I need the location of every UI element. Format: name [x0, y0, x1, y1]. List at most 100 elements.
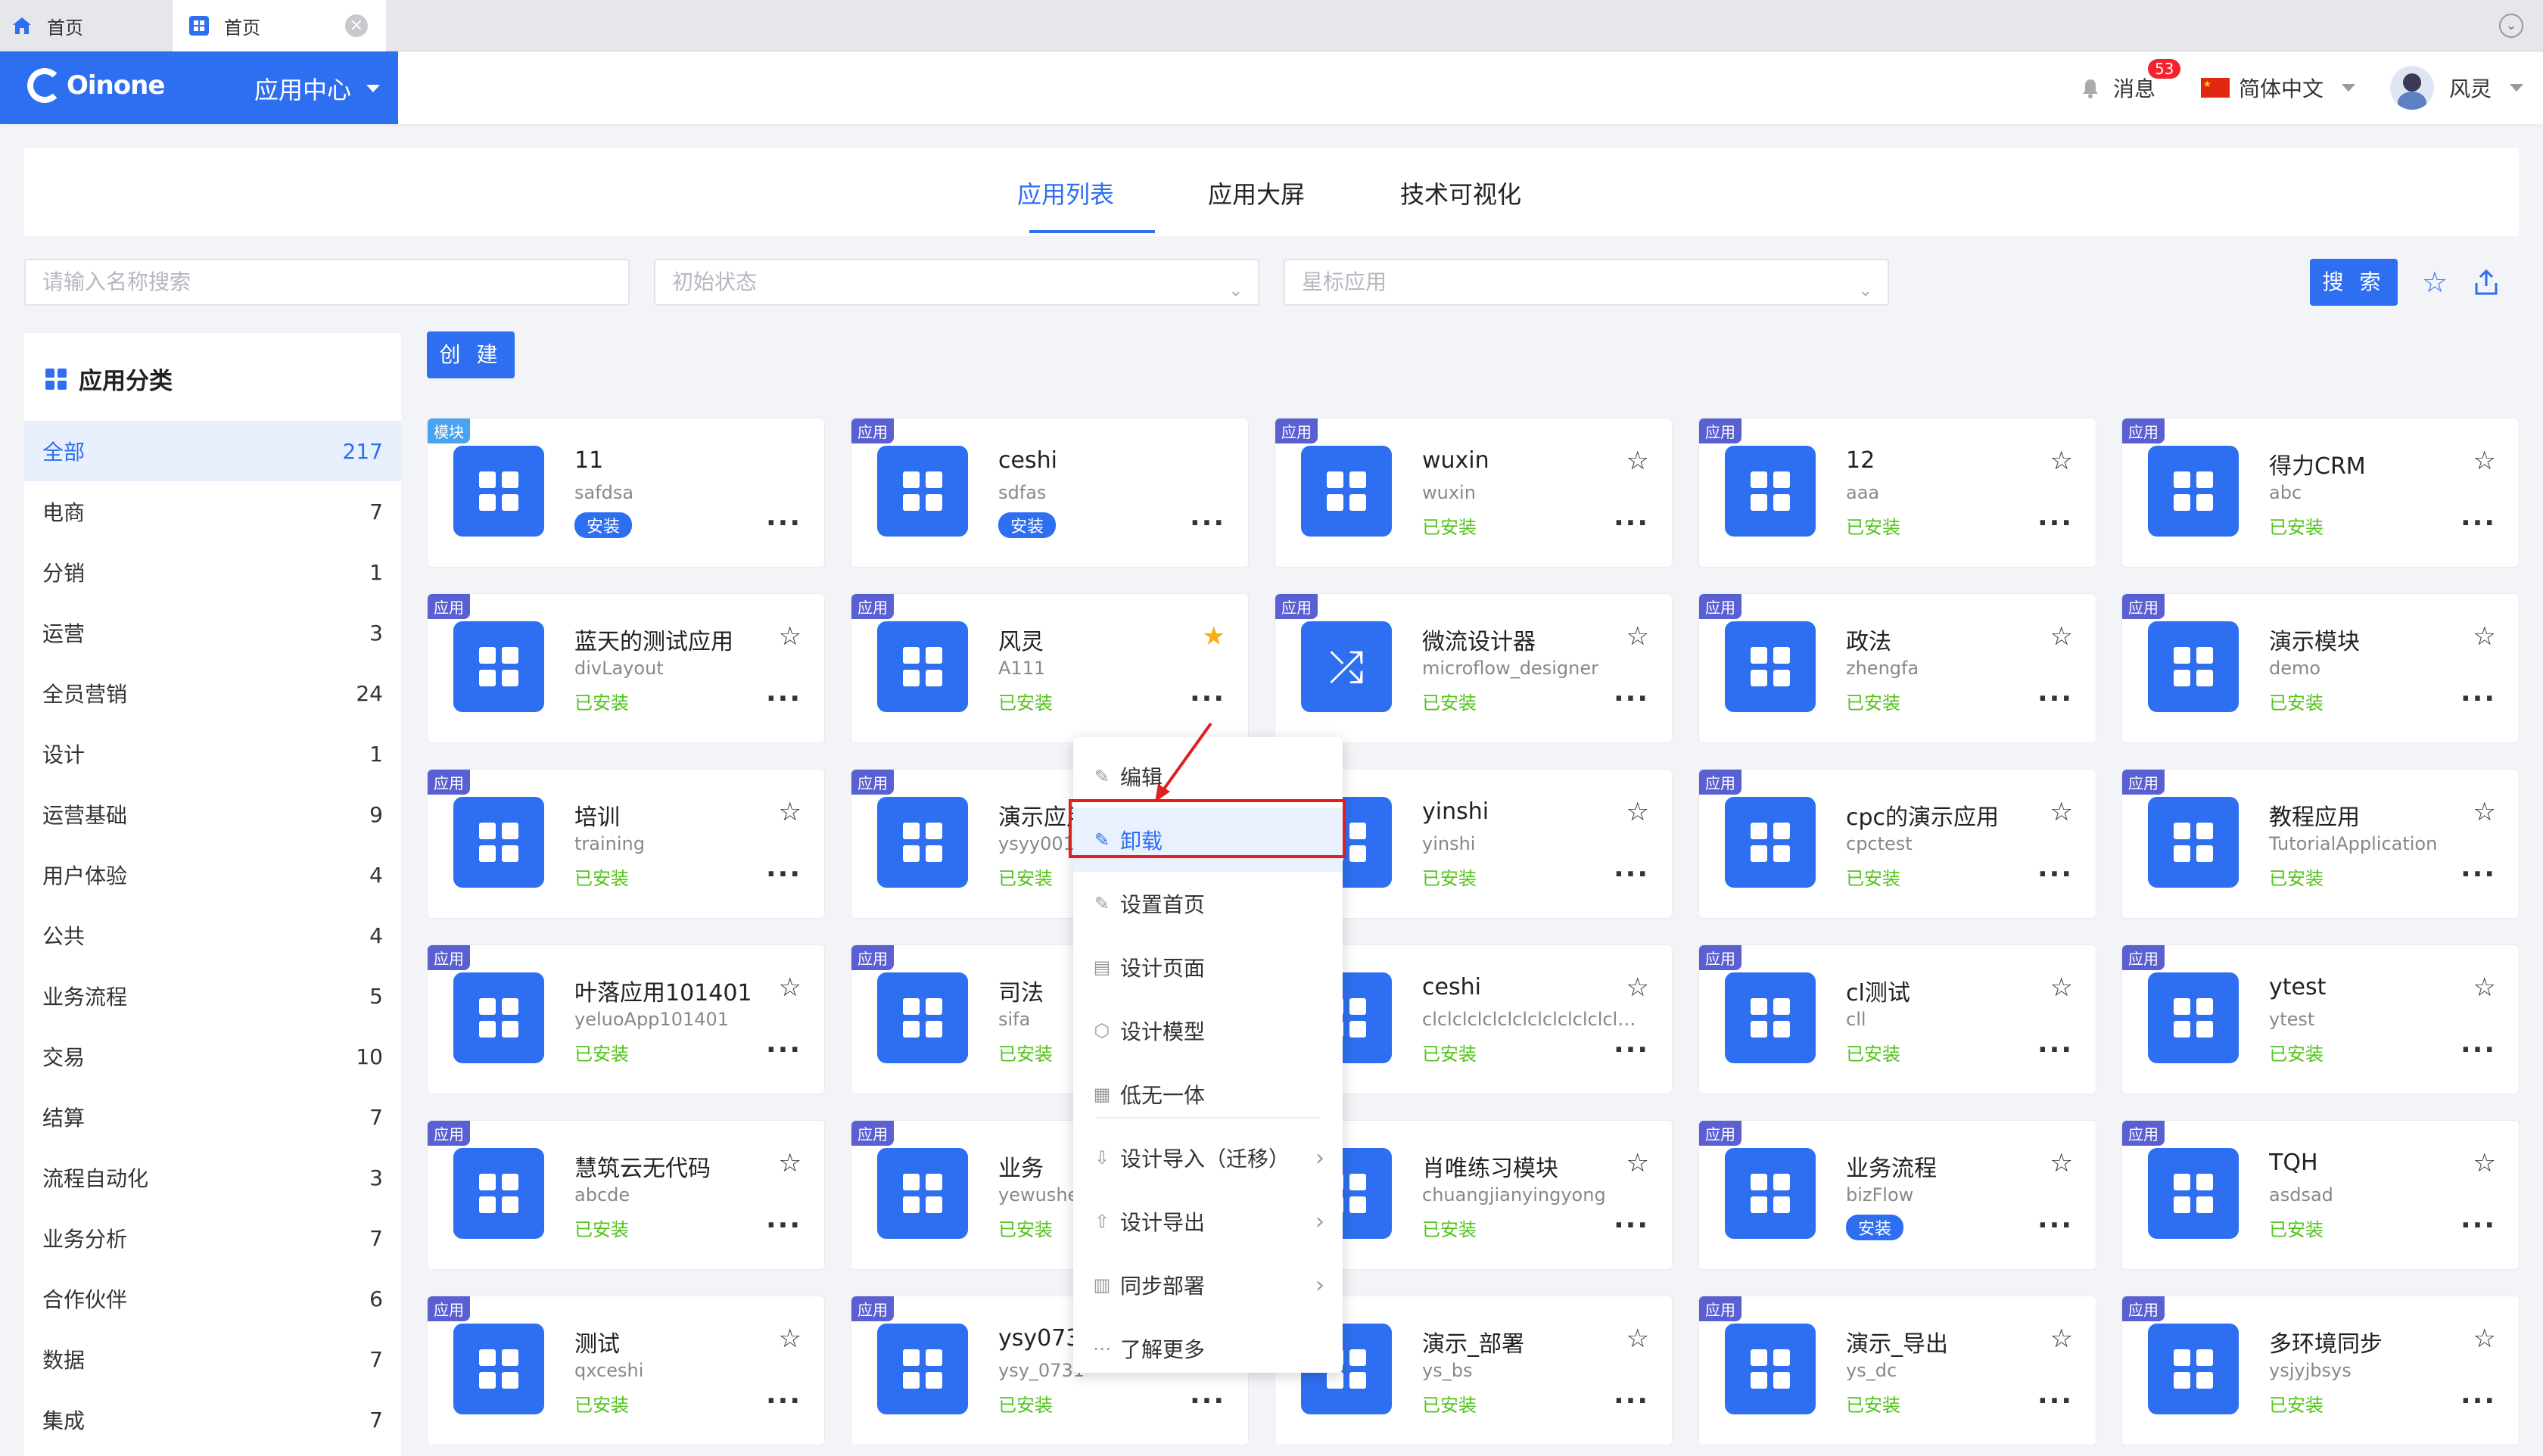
star-select[interactable]: 星标应用 ⌄	[1284, 259, 1889, 306]
star-filter-icon[interactable]: ☆	[2419, 266, 2451, 298]
app-card[interactable]: 应用 测试 qxceshi 已安装 ☆ ···	[427, 1296, 825, 1445]
more-options-icon[interactable]: ···	[766, 1210, 801, 1241]
tab-app-list[interactable]: 应用列表	[1017, 176, 1114, 210]
menu-item[interactable]: ⬡ 设计模型	[1073, 999, 1343, 1062]
menu-item[interactable]: ⋯ 了解更多	[1073, 1317, 1343, 1380]
more-options-icon[interactable]: ···	[2461, 859, 2496, 890]
more-options-icon[interactable]: ···	[1190, 508, 1225, 539]
user-menu[interactable]: 风灵	[2389, 66, 2523, 110]
more-options-icon[interactable]: ···	[1614, 1034, 1649, 1066]
more-options-icon[interactable]: ···	[766, 859, 801, 890]
app-card[interactable]: 应用 cl测试 cll 已安装 ☆ ···	[1698, 944, 2096, 1094]
more-options-icon[interactable]: ···	[1614, 1386, 1649, 1417]
menu-item[interactable]: ✎ 设置首页	[1073, 872, 1343, 935]
sidebar-item[interactable]: 运营 3	[24, 602, 401, 663]
app-card[interactable]: 应用 ⤮ 微流设计器 microflow_designer 已安装 ☆ ···	[1275, 593, 1673, 743]
app-card[interactable]: 应用 演示模块 demo 已安装 ☆ ···	[2121, 593, 2520, 743]
browser-tab-home-2[interactable]: 首页 ×	[173, 0, 386, 51]
more-options-icon[interactable]: ···	[1614, 508, 1649, 539]
more-options-icon[interactable]: ···	[766, 508, 801, 539]
star-icon[interactable]: ☆	[2473, 446, 2496, 476]
sidebar-item[interactable]: 全员营销 24	[24, 663, 401, 723]
more-options-icon[interactable]: ···	[766, 1034, 801, 1066]
app-card[interactable]: 应用 演示_导出 ys_dc 已安装 ☆ ···	[1698, 1296, 2096, 1445]
menu-item[interactable]: ⇧ 设计导出 ›	[1073, 1190, 1343, 1253]
more-options-icon[interactable]: ···	[2461, 1386, 2496, 1417]
star-icon[interactable]: ☆	[779, 621, 801, 652]
more-options-icon[interactable]: ···	[1614, 683, 1649, 714]
more-options-icon[interactable]: ···	[766, 1386, 801, 1417]
sidebar-item[interactable]: 数据 7	[24, 1329, 401, 1389]
sidebar-item[interactable]: 集成 7	[24, 1389, 401, 1450]
more-options-icon[interactable]: ···	[2461, 1210, 2496, 1241]
more-options-icon[interactable]: ···	[2461, 508, 2496, 539]
sidebar-item[interactable]: 合作伙伴 6	[24, 1268, 401, 1329]
sidebar-item[interactable]: 电商 7	[24, 481, 401, 542]
sidebar-item[interactable]: 全部 217	[24, 421, 401, 481]
sidebar-item[interactable]: 分销 1	[24, 542, 401, 602]
app-card[interactable]: 应用 慧筑云无代码 abcde 已安装 ☆ ···	[427, 1120, 825, 1270]
more-options-icon[interactable]: ···	[2037, 1210, 2073, 1241]
name-search-input[interactable]: 请输入名称搜索	[24, 259, 630, 306]
app-card[interactable]: 应用 风灵 A111 已安装 ★ ···	[851, 593, 1249, 743]
tab-tech-visual[interactable]: 技术可视化	[1400, 176, 1521, 210]
more-options-icon[interactable]: ···	[2461, 683, 2496, 714]
app-card[interactable]: 应用 多环境同步 ysjyjbsys 已安装 ☆ ···	[2121, 1296, 2520, 1445]
app-card[interactable]: 应用 12 aaa 已安装 ☆ ···	[1698, 418, 2096, 568]
more-options-icon[interactable]: ···	[766, 683, 801, 714]
star-icon[interactable]: ☆	[2050, 1148, 2073, 1178]
star-icon[interactable]: ☆	[779, 1324, 801, 1354]
more-options-icon[interactable]: ···	[1614, 859, 1649, 890]
star-icon[interactable]: ☆	[2473, 972, 2496, 1003]
app-card[interactable]: 应用 业务流程 bizFlow 安装 ☆ ···	[1698, 1120, 2096, 1270]
sidebar-item[interactable]: 设计 1	[24, 723, 401, 784]
more-options-icon[interactable]: ···	[2037, 683, 2073, 714]
app-status[interactable]: 安装	[998, 512, 1057, 538]
browser-tab-home-1[interactable]: 首页	[0, 0, 173, 51]
share-icon[interactable]	[2470, 266, 2502, 298]
sidebar-item[interactable]: 公共 4	[24, 905, 401, 966]
star-icon[interactable]: ☆	[2050, 621, 2073, 652]
close-tab-icon[interactable]: ×	[345, 14, 368, 37]
app-card[interactable]: 应用 ceshi sdfas 安装 ···	[851, 418, 1249, 568]
star-icon[interactable]: ☆	[2473, 797, 2496, 827]
more-options-icon[interactable]: ···	[1190, 1386, 1225, 1417]
status-select[interactable]: 初始状态 ⌄	[654, 259, 1259, 306]
sidebar-item[interactable]: 流程自动化 3	[24, 1147, 401, 1208]
more-options-icon[interactable]: ···	[2037, 1034, 2073, 1066]
star-icon[interactable]: ☆	[1626, 972, 1649, 1003]
app-card[interactable]: 应用 培训 training 已安装 ☆ ···	[427, 769, 825, 919]
sidebar-item[interactable]: 业务流程 5	[24, 966, 401, 1026]
sidebar-item[interactable]: 用户体验 4	[24, 845, 401, 905]
brand-logo[interactable]: Oinone	[27, 68, 165, 103]
star-icon[interactable]: ☆	[2050, 446, 2073, 476]
app-card[interactable]: 应用 得力CRM abc 已安装 ☆ ···	[2121, 418, 2520, 568]
star-icon[interactable]: ☆	[1626, 446, 1649, 476]
app-card[interactable]: 应用 政法 zhengfa 已安装 ☆ ···	[1698, 593, 2096, 743]
app-card[interactable]: 应用 ytest ytest 已安装 ☆ ···	[2121, 944, 2520, 1094]
more-options-icon[interactable]: ···	[2037, 1386, 2073, 1417]
search-button[interactable]: 搜 索	[2310, 259, 2398, 306]
sidebar-item[interactable]: 交易 10	[24, 1026, 401, 1087]
star-icon[interactable]: ☆	[1626, 621, 1649, 652]
app-center-dropdown[interactable]: 应用中心	[254, 71, 381, 106]
sidebar-item[interactable]: 运营基础 9	[24, 784, 401, 845]
star-icon[interactable]: ☆	[1626, 1324, 1649, 1354]
app-card[interactable]: 模块 11 safdsa 安装 ···	[427, 418, 825, 568]
app-card[interactable]: 应用 蓝天的测试应用 divLayout 已安装 ☆ ···	[427, 593, 825, 743]
star-icon[interactable]: ☆	[2050, 1324, 2073, 1354]
app-status[interactable]: 安装	[574, 512, 633, 538]
sidebar-item[interactable]: 结算 7	[24, 1087, 401, 1147]
more-options-icon[interactable]: ···	[2461, 1034, 2496, 1066]
language-selector[interactable]: 简体中文	[2200, 73, 2355, 103]
star-icon[interactable]: ☆	[2050, 797, 2073, 827]
star-icon[interactable]: ☆	[2473, 621, 2496, 652]
app-card[interactable]: 应用 TQH asdsad 已安装 ☆ ···	[2121, 1120, 2520, 1270]
app-card[interactable]: 应用 叶落应用101401 yeluoApp101401 已安装 ☆ ···	[427, 944, 825, 1094]
more-options-icon[interactable]: ···	[2037, 859, 2073, 890]
star-icon[interactable]: ☆	[1626, 797, 1649, 827]
star-icon[interactable]: ☆	[779, 797, 801, 827]
star-icon[interactable]: ☆	[779, 972, 801, 1003]
messages-button[interactable]: 消息 53	[2078, 59, 2181, 103]
star-icon[interactable]: ☆	[779, 1148, 801, 1178]
